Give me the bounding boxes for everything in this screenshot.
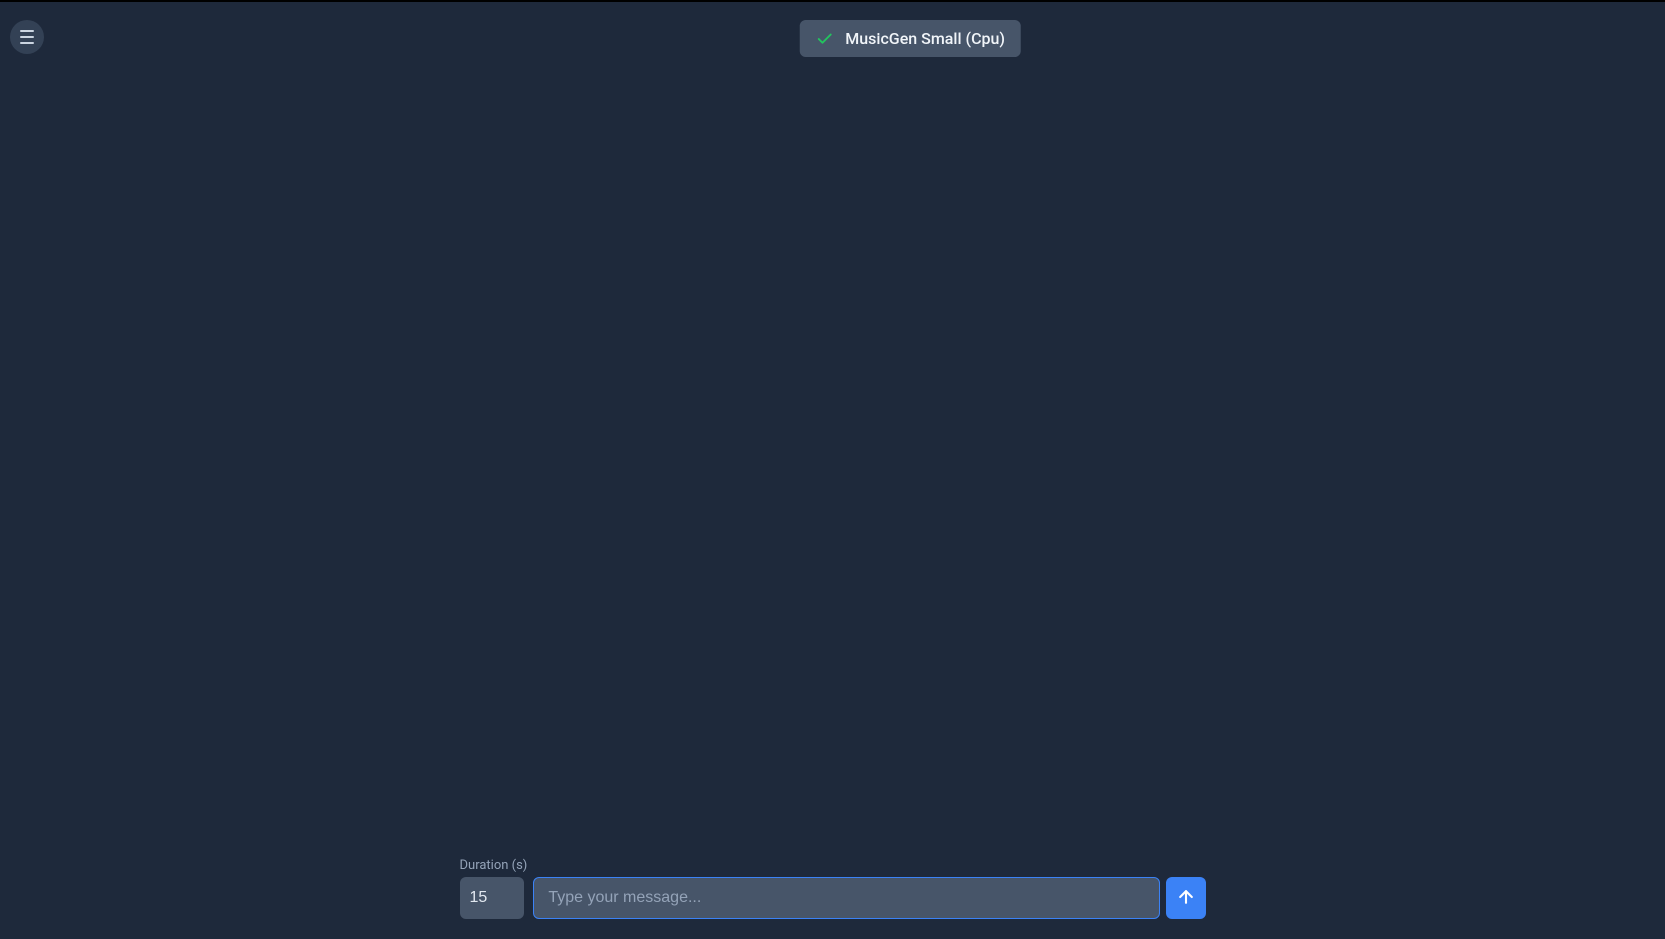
duration-group: Duration (s) xyxy=(460,858,528,919)
model-name: MusicGen Small (Cpu) xyxy=(845,29,1005,48)
duration-label: Duration (s) xyxy=(460,858,528,873)
duration-input[interactable] xyxy=(460,877,524,919)
menu-button[interactable] xyxy=(10,20,44,54)
input-bar: Duration (s) xyxy=(460,858,1206,919)
message-input[interactable] xyxy=(533,877,1159,919)
hamburger-icon xyxy=(20,30,34,44)
check-icon xyxy=(815,30,833,48)
model-selector[interactable]: MusicGen Small (Cpu) xyxy=(799,20,1021,57)
arrow-up-icon xyxy=(1176,887,1196,910)
send-button[interactable] xyxy=(1166,877,1206,919)
